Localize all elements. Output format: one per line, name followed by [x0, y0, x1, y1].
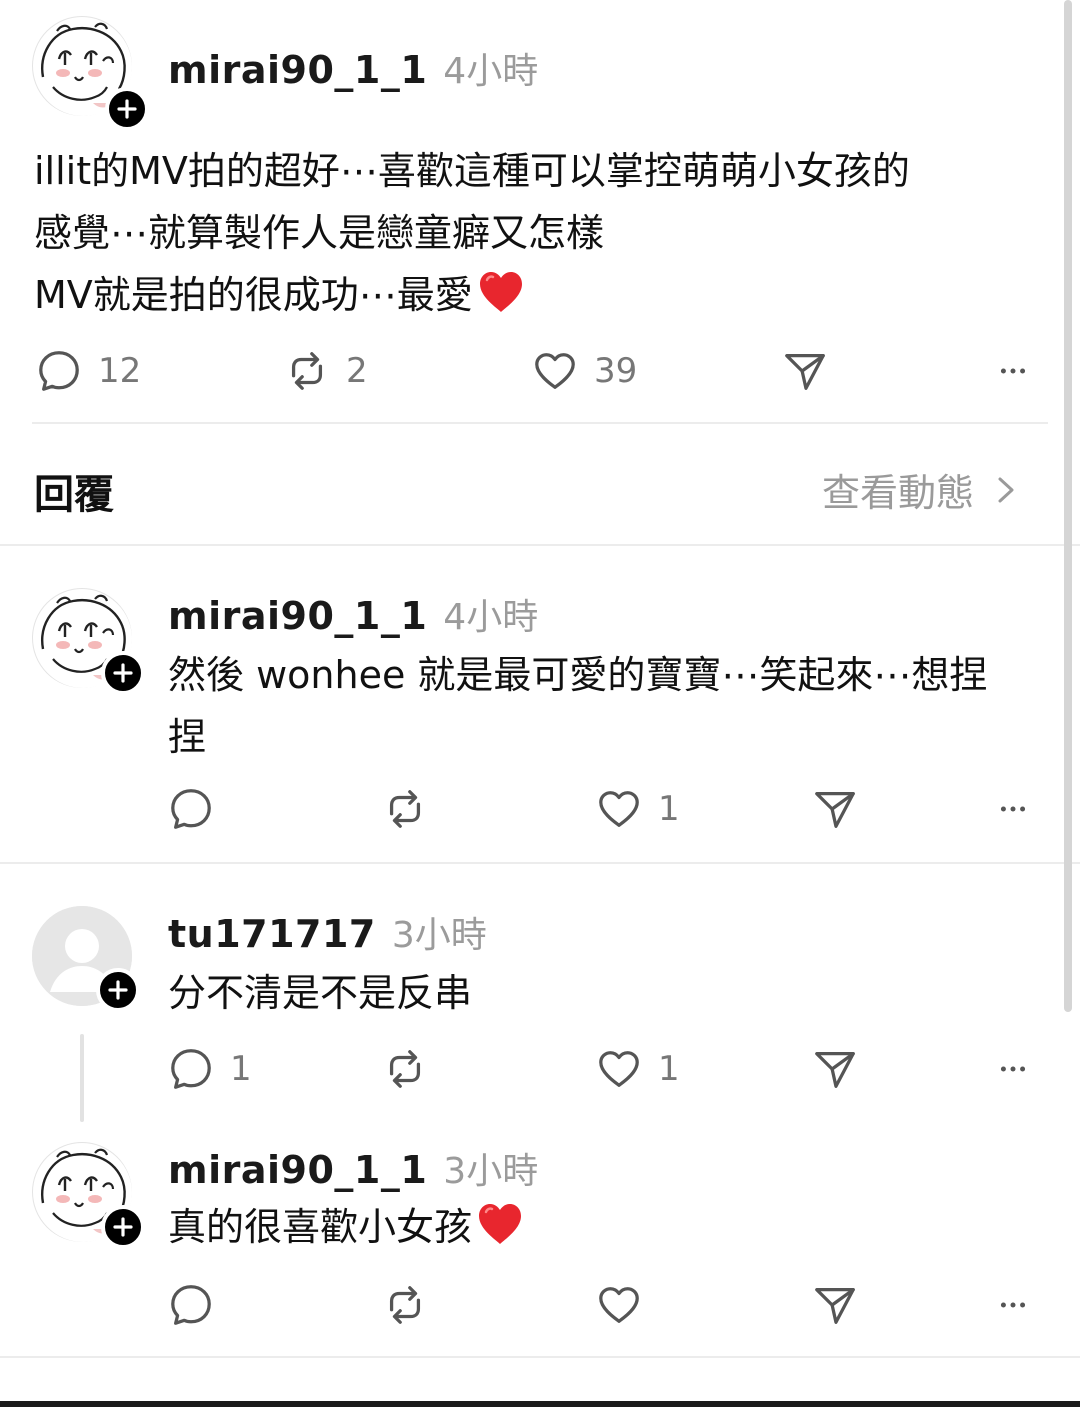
more-button[interactable]	[990, 786, 1036, 832]
send-arrow-icon	[812, 1282, 858, 1328]
reply-body: 分不清是不是反串	[168, 962, 472, 1024]
divider	[0, 544, 1080, 546]
reply-button[interactable]	[168, 786, 214, 832]
scrollbar[interactable]	[1064, 0, 1072, 1012]
send-arrow-icon	[782, 348, 828, 394]
more-button[interactable]	[990, 1046, 1036, 1092]
reply-button[interactable]: 12	[36, 348, 141, 394]
repost-arrows-icon	[284, 348, 330, 394]
share-button[interactable]	[812, 1046, 858, 1092]
like-button[interactable]	[596, 1282, 642, 1328]
follow-button[interactable]	[105, 87, 149, 131]
reply-header: mirai90_1_1 4小時	[168, 588, 538, 640]
more-button[interactable]	[990, 1282, 1036, 1328]
like-button[interactable]: 39	[532, 348, 637, 394]
heart-outline-icon	[596, 1282, 642, 1328]
ellipsis-icon	[990, 786, 1036, 832]
chevron-right-icon	[998, 477, 1014, 502]
plus-icon	[113, 663, 133, 683]
repost-button[interactable]	[382, 1282, 428, 1328]
repost-arrows-icon	[382, 786, 428, 832]
ellipsis-icon	[990, 1282, 1036, 1328]
bottom-edge	[0, 1401, 1080, 1407]
reply-body: 真的很喜歡小女孩	[168, 1196, 524, 1258]
reply-header: mirai90_1_1 3小時	[168, 1142, 538, 1194]
heart-outline-icon	[596, 786, 642, 832]
avatar[interactable]	[32, 906, 140, 1012]
like-button[interactable]: 1	[596, 786, 680, 832]
replies-heading: 回覆	[34, 472, 114, 518]
reply-count: 1	[230, 1049, 252, 1089]
username[interactable]: mirai90_1_1	[168, 1148, 427, 1192]
repost-button[interactable]: 2	[284, 348, 368, 394]
like-count: 1	[658, 1049, 680, 1089]
plus-icon	[108, 980, 128, 1000]
reply-count: 12	[98, 351, 142, 391]
heart-outline-icon	[532, 348, 578, 394]
share-button[interactable]	[782, 348, 828, 394]
repost-button[interactable]	[382, 786, 428, 832]
reply-text-line: 分不清是不是反串	[168, 971, 473, 1015]
red-heart-emoji	[477, 270, 525, 314]
timestamp: 4小時	[443, 51, 539, 92]
username[interactable]: mirai90_1_1	[168, 48, 427, 92]
repost-button[interactable]	[382, 1046, 428, 1092]
post-text: MV就是拍的很成功⋯最愛	[34, 273, 473, 317]
avatar[interactable]	[32, 16, 149, 131]
share-button[interactable]	[812, 1282, 858, 1328]
ellipsis-icon	[990, 1046, 1036, 1092]
avatar[interactable]	[32, 588, 145, 695]
more-button[interactable]	[990, 348, 1036, 394]
follow-button[interactable]	[96, 968, 140, 1012]
reply-text-line: 真的很喜歡小女孩	[168, 1196, 524, 1258]
divider	[0, 1356, 1080, 1358]
share-button[interactable]	[812, 786, 858, 832]
speech-bubble-icon	[36, 348, 82, 394]
post-header: mirai90_1_1 4小時	[168, 42, 538, 94]
post-text-line: MV就是拍的很成功⋯最愛	[34, 264, 910, 326]
reply-button[interactable]: 1	[168, 1046, 252, 1092]
repost-arrows-icon	[382, 1046, 428, 1092]
follow-button[interactable]	[101, 1205, 145, 1249]
like-button[interactable]: 1	[596, 1046, 680, 1092]
reply-text-line: 捏	[168, 715, 207, 759]
follow-button[interactable]	[101, 651, 145, 695]
avatar[interactable]	[32, 1142, 145, 1249]
red-heart-emoji	[476, 1202, 524, 1246]
repost-arrows-icon	[382, 1282, 428, 1328]
divider	[0, 862, 1080, 864]
reply-body: 然後 wonhee 就是最可愛的寶寶⋯笑起來⋯想捏 捏	[168, 644, 987, 768]
like-count: 39	[594, 351, 638, 391]
speech-bubble-icon	[168, 1282, 214, 1328]
post-text-line: 感覺⋯就算製作人是戀童癖又怎樣	[34, 211, 605, 255]
post-text-line: illit的MV拍的超好⋯喜歡這種可以掌控萌萌小女孩的	[34, 149, 910, 193]
send-arrow-icon	[812, 786, 858, 832]
speech-bubble-icon	[168, 1046, 214, 1092]
send-arrow-icon	[812, 1046, 858, 1092]
timestamp: 4小時	[443, 597, 539, 638]
post-body: illit的MV拍的超好⋯喜歡這種可以掌控萌萌小女孩的 感覺⋯就算製作人是戀童癖…	[34, 140, 910, 326]
username[interactable]: mirai90_1_1	[168, 594, 427, 638]
timestamp: 3小時	[443, 1151, 539, 1192]
reply-text-line: 然後 wonhee 就是最可愛的寶寶⋯笑起來⋯想捏	[168, 653, 988, 697]
reply-header: tu171717 3小時	[168, 906, 487, 958]
reply-text: 真的很喜歡小女孩	[168, 1205, 473, 1249]
repost-count: 2	[346, 351, 368, 391]
like-count: 1	[658, 789, 680, 829]
heart-outline-icon	[596, 1046, 642, 1092]
ellipsis-icon	[990, 348, 1036, 394]
thread-connector-line	[80, 1034, 84, 1122]
divider	[32, 422, 1048, 424]
plus-icon	[113, 1217, 133, 1237]
username[interactable]: tu171717	[168, 912, 376, 956]
plus-icon	[117, 99, 137, 119]
speech-bubble-icon	[168, 786, 214, 832]
view-activity-link[interactable]: 查看動態	[822, 462, 1020, 517]
view-activity-label: 查看動態	[822, 471, 975, 515]
timestamp: 3小時	[391, 915, 487, 956]
reply-button[interactable]	[168, 1282, 214, 1328]
